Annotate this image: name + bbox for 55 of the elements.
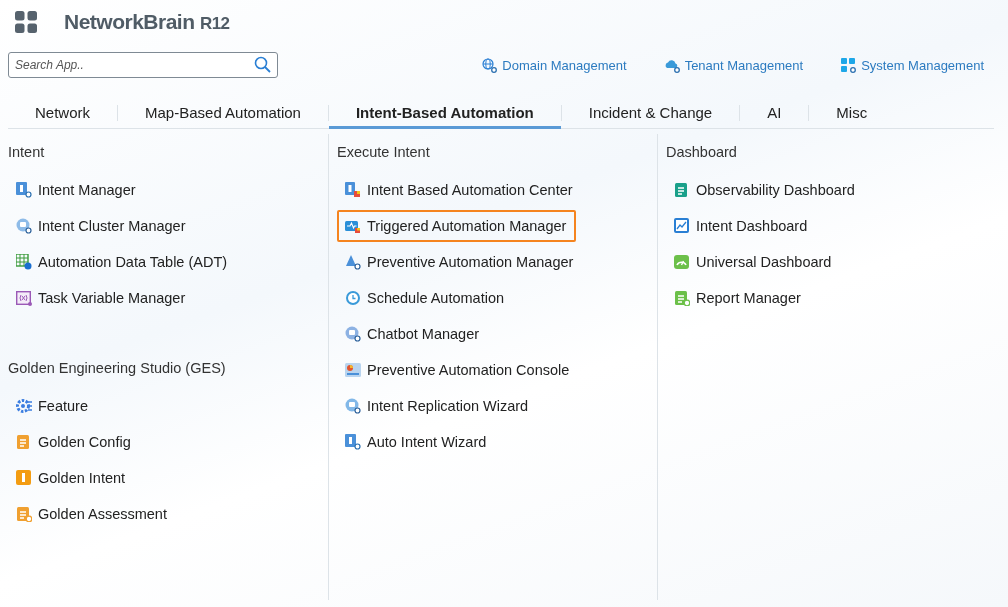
app-menu-item[interactable]: Golden Assessment	[8, 498, 177, 530]
app-menu-item[interactable]: Chatbot Manager	[337, 318, 490, 350]
section-heading: Dashboard	[666, 144, 738, 162]
app-menu-item[interactable]: Intent Manager	[8, 174, 146, 206]
grid-icon	[16, 254, 32, 270]
category-tab[interactable]: Intent-Based Automation	[328, 98, 561, 129]
app-menu-item[interactable]: Golden Intent	[8, 462, 136, 494]
app-menu-item[interactable]: Intent Cluster Manager	[8, 210, 196, 242]
app-menu-item[interactable]: Universal Dashboard	[666, 246, 842, 278]
bubble-icon	[345, 326, 361, 342]
section-heading: Execute Intent	[337, 144, 431, 162]
product-logo: NetworkBrain R12	[63, 10, 230, 34]
chart-icon	[674, 218, 690, 234]
cloud-gear-icon	[664, 57, 680, 73]
app-menu-item[interactable]: Schedule Automation	[337, 282, 515, 314]
section-heading: Intent	[8, 144, 46, 162]
section-heading: Golden Engineering Studio (GES)	[8, 360, 227, 378]
app-menu-item[interactable]: Report Manager	[666, 282, 811, 314]
doc-gear-icon	[345, 434, 361, 450]
app-grid-icon[interactable]	[15, 11, 37, 33]
app-menu-item[interactable]: Feature	[8, 390, 98, 422]
app-menu-item[interactable]: Intent Dashboard	[666, 210, 818, 242]
globe-gear-icon	[482, 57, 498, 73]
tri-icon	[345, 254, 361, 270]
doc-gear-icon	[16, 182, 32, 198]
app-menu-item[interactable]: Preventive Automation Manager	[337, 246, 584, 278]
clock-icon	[345, 290, 361, 306]
frame-icon	[16, 290, 32, 306]
search-field[interactable]: Search App..	[8, 52, 278, 78]
app-menu-item[interactable]: Automation Data Table (ADT)	[8, 246, 238, 278]
app-menu-item[interactable]: Intent Based Automation Center	[337, 174, 583, 206]
category-tab[interactable]: AI	[740, 98, 809, 129]
app-menu-item[interactable]: Preventive Automation Console	[337, 354, 580, 386]
category-tab[interactable]: Network	[8, 98, 117, 129]
app-menu-item[interactable]: Task Variable Manager	[8, 282, 196, 314]
board-icon	[674, 182, 690, 198]
app-menu-item[interactable]: Intent Replication Wizard	[337, 390, 539, 422]
square-icon	[16, 470, 32, 486]
gear-icon	[16, 398, 32, 414]
category-tab[interactable]: Map-Based Automation	[118, 98, 328, 129]
doc-cube-icon	[345, 182, 361, 198]
doc-icon	[16, 434, 32, 450]
app-menu-item[interactable]: Triggered Automation Manager	[337, 210, 577, 242]
tiles-gear-icon	[841, 57, 857, 73]
app-menu-item[interactable]: Observability Dashboard	[666, 174, 865, 206]
app-menu-item[interactable]: Auto Intent Wizard	[337, 426, 497, 458]
search-icon[interactable]	[254, 56, 271, 73]
admin-link[interactable]: Domain Management	[502, 57, 627, 73]
gauge-icon	[674, 254, 690, 270]
app-menu-item[interactable]: Golden Config	[8, 426, 141, 458]
panel-icon	[345, 362, 361, 378]
admin-link[interactable]: Tenant Management	[684, 57, 804, 73]
category-tab[interactable]: Misc	[809, 98, 895, 129]
category-tab[interactable]: Incident & Change	[561, 98, 740, 129]
admin-link[interactable]: System Management	[861, 57, 984, 73]
